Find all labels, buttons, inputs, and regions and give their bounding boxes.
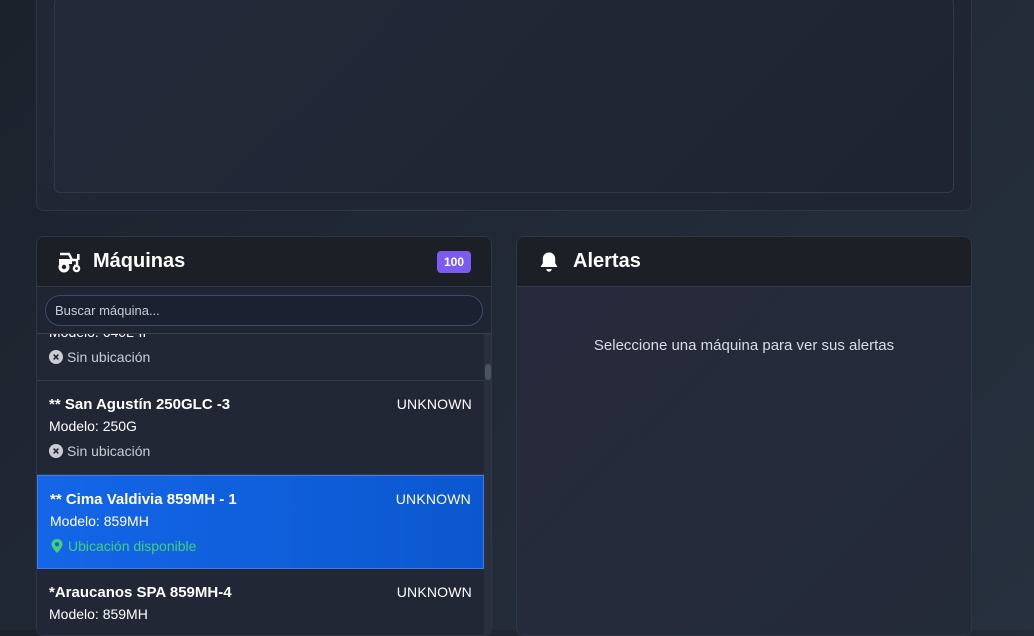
map-panel (36, 0, 972, 211)
bell-icon (535, 250, 563, 274)
machine-list-item[interactable]: Modelo: 640L-II Sin ubicación (37, 334, 484, 381)
machine-location-label: Sin ubicación (67, 349, 151, 365)
alerts-title: Alertas (573, 250, 641, 272)
machine-model: Modelo: 859MH (49, 606, 148, 622)
machine-model: Modelo: 250G (49, 418, 137, 434)
machine-item-header: ** San Agustín 250GLC -3 UNKNOWN (49, 393, 472, 415)
machine-item-header: ** Cima Valdivia 859MH - 1 UNKNOWN (50, 488, 471, 510)
machine-location-label: Sin ubicación (67, 443, 151, 459)
machine-location: Ubicación disponible (50, 536, 471, 556)
machine-list-scrollbar[interactable] (484, 334, 491, 635)
search-bar (37, 287, 491, 334)
scrollbar-thumb[interactable] (485, 364, 491, 380)
machine-search-input[interactable] (45, 295, 483, 326)
tractor-icon (55, 250, 83, 274)
machine-model: Modelo: 640L-II (49, 334, 472, 344)
map-container[interactable] (54, 0, 954, 193)
alerts-header: Alertas (517, 237, 971, 287)
machine-status: UNKNOWN (396, 584, 472, 600)
circle-x-icon (49, 350, 63, 364)
alerts-empty-message: Seleccione una máquina para ver sus aler… (593, 337, 895, 354)
machine-list[interactable]: Modelo: 640L-II Sin ubicación ** San Agu… (37, 334, 484, 635)
alerts-card: Alertas Seleccione una máquina para ver … (516, 236, 972, 636)
machine-list-item-selected[interactable]: ** Cima Valdivia 859MH - 1 UNKNOWN Model… (37, 475, 484, 569)
machine-location: Sin ubicación (49, 441, 472, 461)
machines-count-badge: 100 (436, 250, 471, 273)
machine-status: UNKNOWN (395, 491, 471, 507)
map-pin-icon (50, 539, 64, 553)
machine-model: Modelo: 859MH (50, 513, 149, 529)
machine-name: ** Cima Valdivia 859MH - 1 (50, 490, 237, 508)
machines-title: Máquinas (93, 250, 186, 272)
machine-name: ** San Agustín 250GLC -3 (49, 395, 231, 413)
circle-x-icon (49, 444, 63, 458)
machines-card: Máquinas 100 Modelo: 640L-II Sin ubicaci… (36, 236, 492, 636)
machine-location-label: Ubicación disponible (68, 538, 197, 554)
machines-header: Máquinas 100 (37, 237, 491, 287)
machine-list-item[interactable]: ** San Agustín 250GLC -3 UNKNOWN Modelo:… (37, 381, 484, 475)
machine-item-header: *Araucanos SPA 859MH-4 UNKNOWN (49, 581, 472, 603)
machine-status: UNKNOWN (396, 396, 472, 412)
machine-location: Sin ubicación (49, 347, 472, 367)
machine-list-item[interactable]: *Araucanos SPA 859MH-4 UNKNOWN Modelo: 8… (37, 569, 484, 635)
machine-name: *Araucanos SPA 859MH-4 (49, 583, 232, 601)
